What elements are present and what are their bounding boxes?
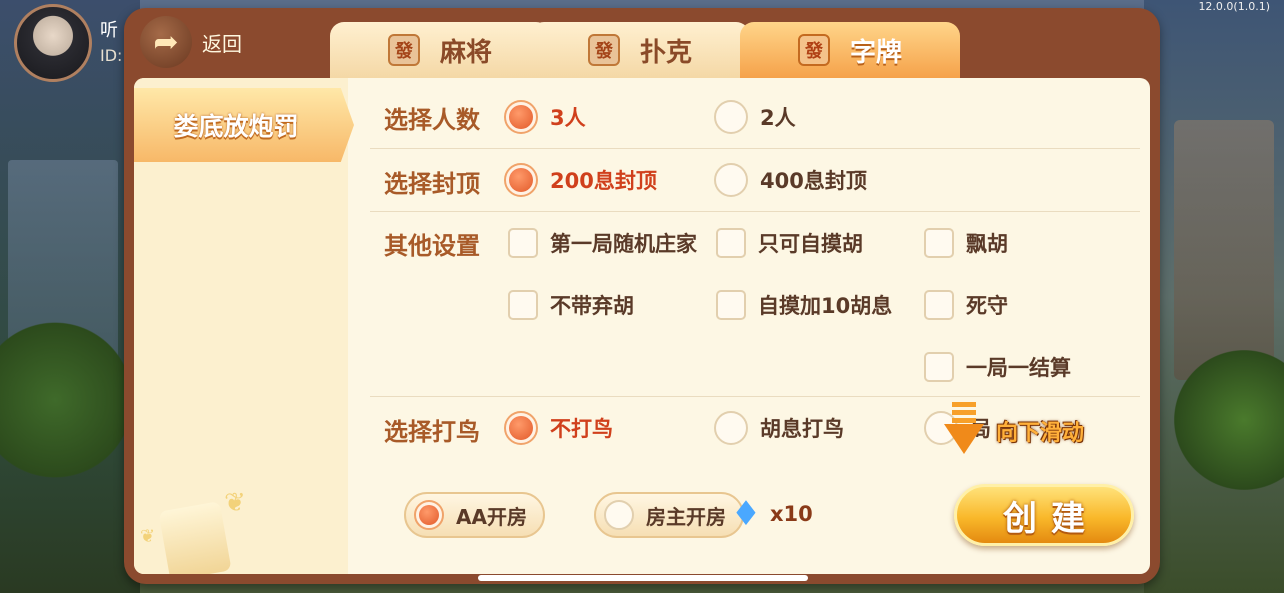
radio[interactable]: [714, 411, 748, 445]
tab-poker[interactable]: 發 扑克: [530, 22, 750, 78]
divider: [370, 396, 1140, 397]
tab-label: 麻将: [439, 37, 492, 68]
butterfly-icon: ❦: [224, 488, 246, 518]
diamond-cost: x10: [770, 502, 813, 526]
tab-label: 字牌: [849, 37, 902, 68]
radio[interactable]: [604, 500, 634, 530]
create-button[interactable]: 创建: [954, 484, 1134, 546]
bird-option-huxi[interactable]: 胡息打鸟: [714, 411, 844, 445]
checkbox[interactable]: [716, 290, 746, 320]
other-settings-label: 其他设置: [384, 232, 480, 260]
radio-selected[interactable]: [504, 100, 538, 134]
tab-zipai[interactable]: 發 字牌: [740, 22, 960, 78]
checkbox-self-draw-plus-10[interactable]: 自摸加10胡息: [716, 290, 892, 320]
checkbox[interactable]: [716, 228, 746, 258]
home-indicator[interactable]: [478, 575, 808, 581]
scroll-down-hint: 向下滑动: [944, 402, 1084, 460]
option-label: 死守: [966, 294, 1008, 318]
checkbox-piao-hu[interactable]: 飘胡: [924, 228, 1008, 258]
fa-tile-icon: 發: [797, 34, 830, 66]
diamond-icon: ♦: [730, 494, 762, 534]
radio[interactable]: [714, 100, 748, 134]
back-label: 返回: [202, 31, 242, 56]
checkbox-si-shou[interactable]: 死守: [924, 290, 1008, 320]
checkbox-self-draw-only[interactable]: 只可自摸胡: [716, 228, 863, 258]
tab-label: 扑克: [639, 37, 692, 68]
option-label: AA开房: [456, 504, 527, 529]
option-label: 胡息打鸟: [760, 417, 844, 441]
fa-tile-icon: 發: [387, 34, 420, 66]
radio-selected[interactable]: [414, 500, 444, 530]
back-button[interactable]: ➦ 返回: [140, 14, 260, 70]
bird-option-none[interactable]: 不打鸟: [504, 411, 613, 445]
option-label: 不打鸟: [550, 417, 613, 441]
checkbox-settle-each-round[interactable]: 一局一结算: [924, 352, 1071, 382]
background-bush: [0, 320, 130, 480]
sidebar-item-loudi[interactable]: 娄底放炮罚: [134, 88, 354, 162]
option-label: 第一局随机庄家: [550, 232, 697, 256]
option-label: 自摸加10胡息: [758, 294, 893, 318]
option-label: 2人: [760, 106, 796, 130]
sidebar: 娄底放炮罚 ❦ ❦: [134, 78, 354, 574]
tab-mahjong[interactable]: 發 麻将: [330, 22, 550, 78]
checkbox[interactable]: [924, 228, 954, 258]
players-option-3[interactable]: 3人: [504, 100, 586, 134]
category-tabs: 發 麻将 發 扑克 發 字牌: [330, 22, 970, 78]
players-label: 选择人数: [384, 106, 480, 134]
bird-label: 选择打鸟: [384, 418, 480, 446]
option-label: 房主开房: [646, 504, 726, 529]
option-label: 3人: [550, 106, 586, 130]
cap-label: 选择封顶: [384, 170, 480, 198]
checkbox[interactable]: [508, 228, 538, 258]
radio[interactable]: [714, 163, 748, 197]
divider: [370, 211, 1140, 212]
down-arrow-icon: [944, 402, 984, 460]
butterfly-icon: ❦: [140, 526, 156, 547]
mahjong-tile-decoration: [158, 501, 232, 574]
option-label: 只可自摸胡: [758, 232, 863, 256]
checkbox[interactable]: [924, 290, 954, 320]
cap-option-200[interactable]: 200息封顶: [504, 163, 657, 197]
checkbox-no-discard-hu[interactable]: 不带弃胡: [508, 290, 634, 320]
option-label: 一局一结算: [966, 356, 1071, 380]
checkbox[interactable]: [924, 352, 954, 382]
option-label: 400息封顶: [760, 169, 867, 193]
aa-room-button[interactable]: AA开房: [404, 492, 545, 538]
scroll-hint-label: 向下滑动: [996, 421, 1085, 446]
divider: [370, 148, 1140, 149]
version-label: 12.0.0(1.0.1): [1198, 0, 1270, 13]
checkbox[interactable]: [508, 290, 538, 320]
user-id: ID:: [100, 46, 123, 65]
checkbox-random-dealer[interactable]: 第一局随机庄家: [508, 228, 697, 258]
players-option-2[interactable]: 2人: [714, 100, 796, 134]
host-room-button[interactable]: 房主开房: [594, 492, 744, 538]
background-bush-right: [1174, 350, 1284, 490]
fa-tile-icon: 發: [587, 34, 620, 66]
radio-selected[interactable]: [504, 163, 538, 197]
avatar[interactable]: [14, 4, 92, 82]
option-label: 不带弃胡: [550, 294, 634, 318]
back-arrow-icon: ➦: [140, 16, 192, 68]
background-building-right: [1174, 120, 1274, 380]
cap-option-400[interactable]: 400息封顶: [714, 163, 867, 197]
user-name: 听: [100, 20, 118, 41]
radio-selected[interactable]: [504, 411, 538, 445]
option-label: 200息封顶: [550, 169, 657, 193]
option-label: 飘胡: [966, 232, 1008, 256]
